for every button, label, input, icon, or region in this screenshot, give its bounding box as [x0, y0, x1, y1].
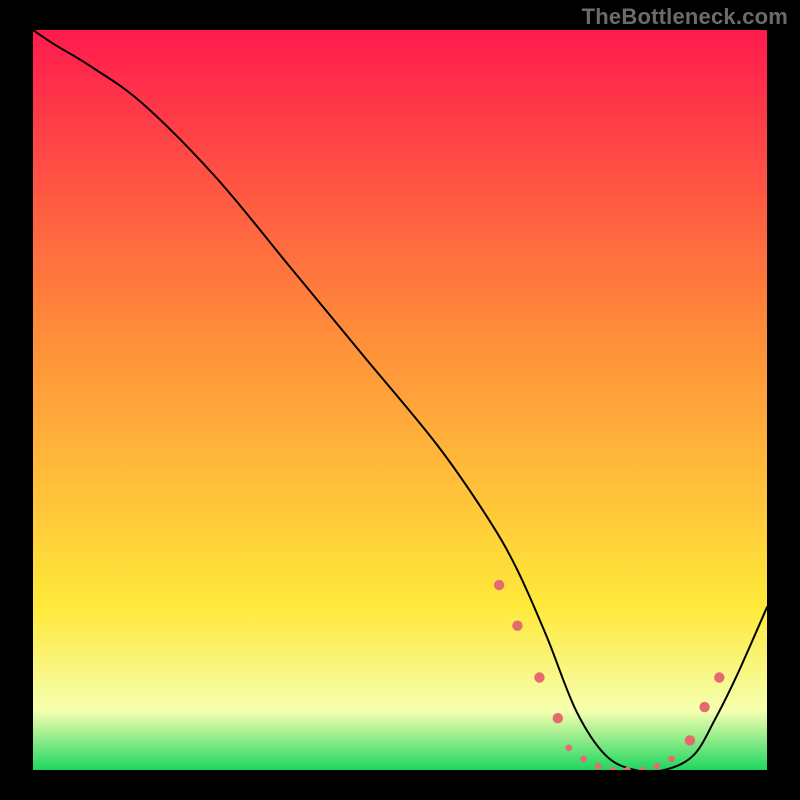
marker-dot — [714, 672, 724, 682]
marker-dot — [512, 621, 522, 631]
marker-dot — [580, 756, 587, 763]
plot-area — [33, 30, 767, 770]
marker-dot — [494, 580, 504, 590]
attribution-label: TheBottleneck.com — [582, 4, 788, 30]
marker-dot — [534, 672, 544, 682]
marker-dot — [566, 745, 573, 752]
marker-dot — [654, 763, 661, 770]
chart-frame: TheBottleneck.com — [0, 0, 800, 800]
marker-dot — [699, 702, 709, 712]
chart-svg — [33, 30, 767, 770]
marker-dot — [685, 735, 695, 745]
marker-dot — [595, 763, 602, 770]
marker-dot — [553, 713, 563, 723]
marker-dot — [668, 756, 675, 763]
